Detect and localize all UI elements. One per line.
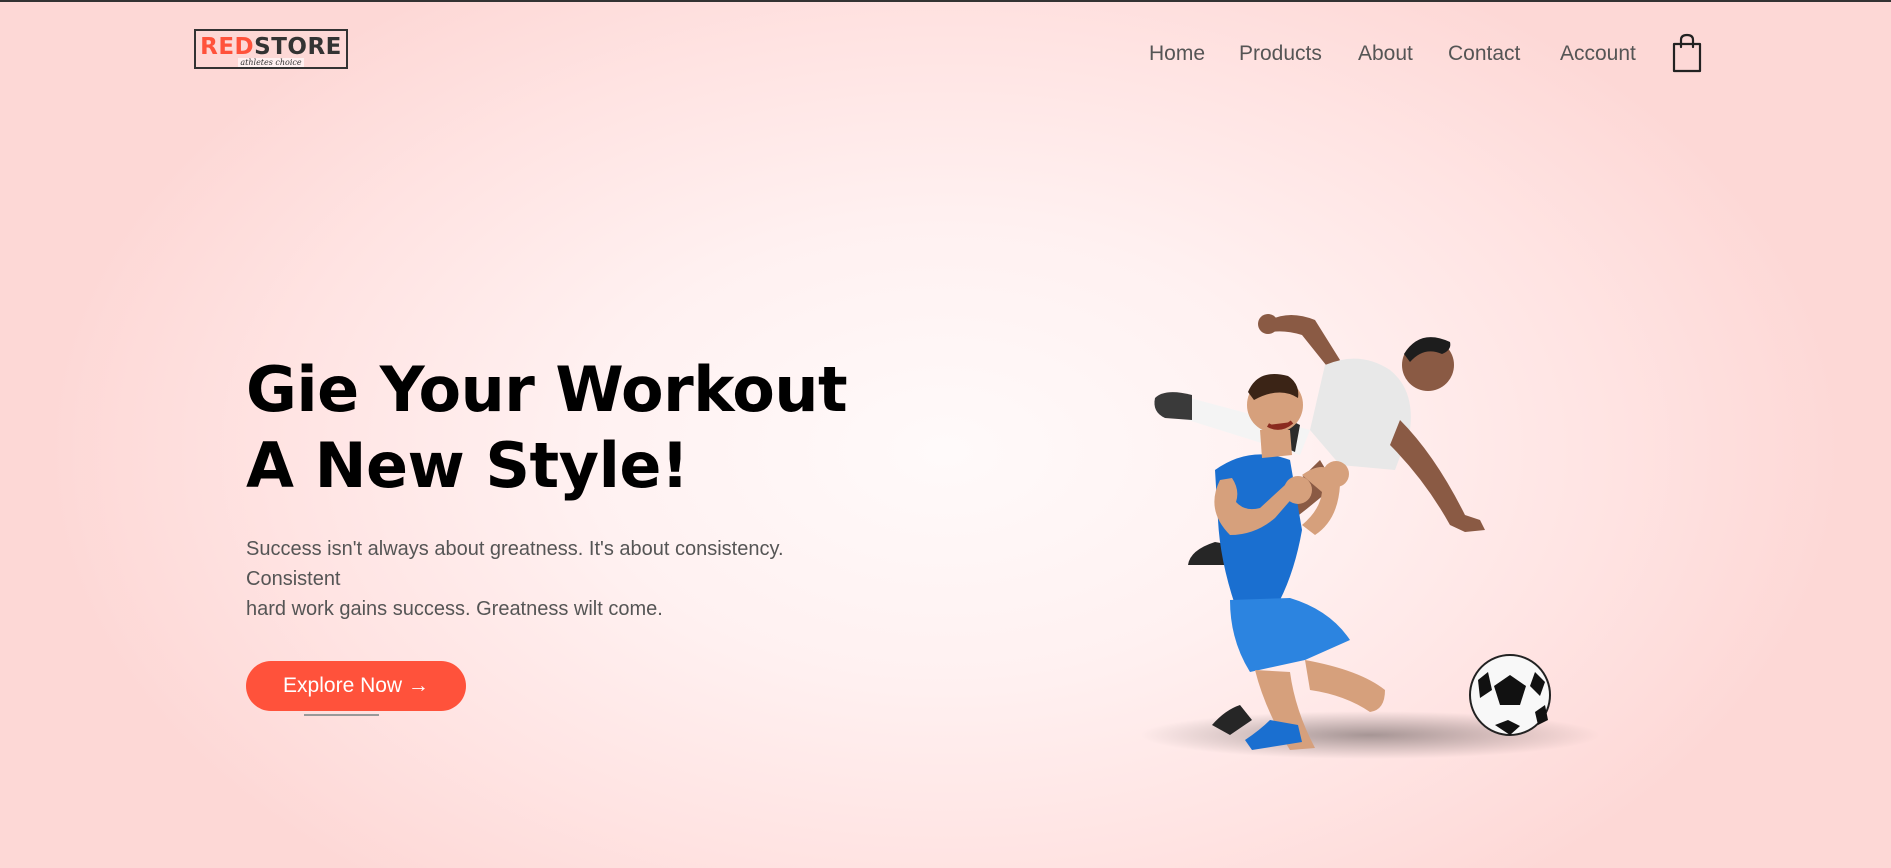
soccer-players-illustration — [1140, 314, 1600, 759]
nav-contact[interactable]: Contact — [1448, 42, 1520, 66]
logo-tagline-text: athletes choice — [238, 58, 304, 67]
logo-brand-dark: STORE — [254, 34, 342, 60]
hero-image — [1040, 280, 1640, 780]
shopping-bag-icon — [1672, 33, 1702, 73]
nav-about[interactable]: About — [1358, 42, 1413, 66]
hero-description: Success isn't always about greatness. It… — [246, 534, 886, 624]
hero-text-line2: Consistent — [246, 568, 341, 590]
hero-text-line3: hard work gains success. Greatness wilt … — [246, 598, 663, 620]
hero-title-line2: A New Style! — [246, 429, 689, 502]
cart-button[interactable] — [1671, 33, 1703, 73]
hero-title: Gie Your Workout A New Style! — [246, 352, 946, 504]
nav-home[interactable]: Home — [1149, 42, 1205, 66]
button-underline — [304, 714, 379, 716]
hero-title-line1: Gie Your Workout — [246, 353, 848, 426]
nav-products[interactable]: Products — [1239, 42, 1322, 66]
explore-now-button[interactable]: Explore Now → — [246, 661, 466, 711]
logo[interactable]: REDSTORE athletes choice — [194, 29, 348, 69]
logo-tagline: athletes choice — [196, 58, 346, 67]
logo-brand: REDSTORE — [196, 33, 346, 61]
nav-account[interactable]: Account — [1560, 42, 1636, 66]
soccer-ball — [1469, 654, 1551, 736]
logo-brand-red: RED — [200, 34, 255, 60]
navbar: REDSTORE athletes choice Home Products A… — [0, 0, 1891, 110]
hero-text-line1: Success isn't always about greatness. It… — [246, 538, 784, 560]
